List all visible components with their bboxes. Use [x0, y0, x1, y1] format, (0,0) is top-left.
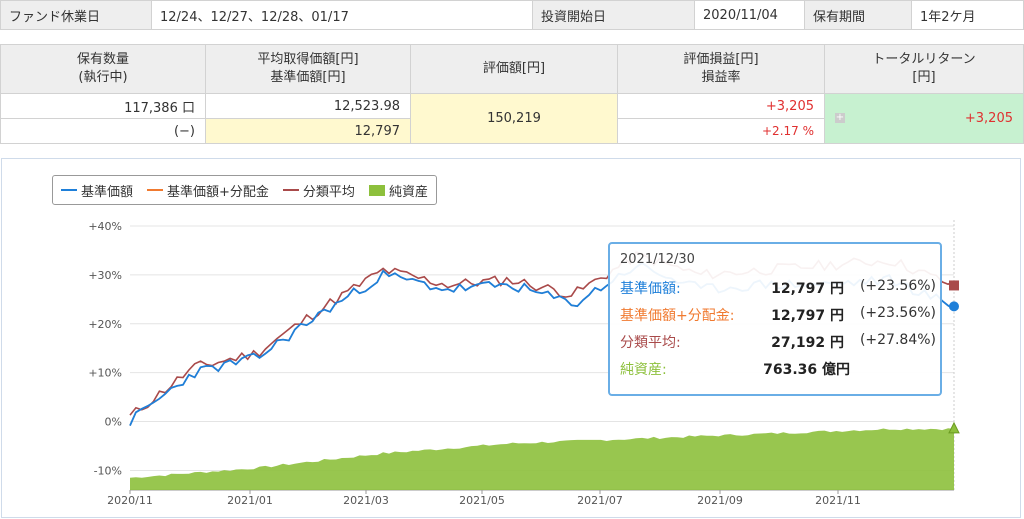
x-tick-label: 2021/07 [577, 494, 623, 507]
y-tick-label: +20% [88, 318, 122, 331]
tooltip-date: 2021/12/30 [620, 252, 695, 267]
x-tick-label: 2020/11 [107, 494, 153, 507]
legend-item-assets[interactable]: 純資産 [368, 181, 428, 200]
x-tick-label: 2021/05 [459, 494, 505, 507]
x-tick-label: 2021/09 [697, 494, 743, 507]
chart-legend: 基準価額 基準価額+分配金 分類平均 純資産 [52, 175, 437, 205]
legend-swatch-nav-div [147, 189, 164, 191]
legend-swatch-category [282, 189, 299, 191]
y-tick-label: +30% [88, 269, 122, 282]
x-tick-label: 2021/03 [343, 494, 389, 507]
legend-item-nav-div[interactable]: 基準価額+分配金 [147, 181, 269, 200]
tooltip-row-category: 分類平均: 27,192 円 (+27.84%) [620, 332, 936, 351]
legend-item-category[interactable]: 分類平均 [282, 181, 355, 200]
category-end-marker [949, 280, 959, 291]
x-tick-label: 2021/11 [815, 494, 861, 507]
tooltip-row-nav-div: 基準価額+分配金: 12,797 円 (+23.56%) [620, 305, 936, 324]
y-tick-label: +40% [88, 220, 122, 233]
nav-end-marker [949, 301, 959, 312]
tooltip-row-assets: 純資産: 763.36 億円 [620, 362, 850, 378]
legend-swatch-assets [368, 184, 385, 196]
assets-end-marker [948, 421, 960, 434]
legend-item-nav[interactable]: 基準価額 [61, 181, 133, 200]
series-net-assets-area [130, 428, 954, 490]
legend-swatch-nav [61, 189, 77, 191]
y-tick-label: +10% [88, 367, 122, 380]
tooltip-row-nav: 基準価額: 12,797 円 (+23.56%) [620, 278, 936, 297]
x-tick-label: 2021/01 [227, 494, 273, 507]
y-tick-label: -10% [94, 464, 122, 477]
chart-tooltip: 2021/12/30 基準価額: 12,797 円 (+23.56%) 基準価額… [608, 242, 942, 396]
y-tick-label: 0% [105, 416, 122, 429]
